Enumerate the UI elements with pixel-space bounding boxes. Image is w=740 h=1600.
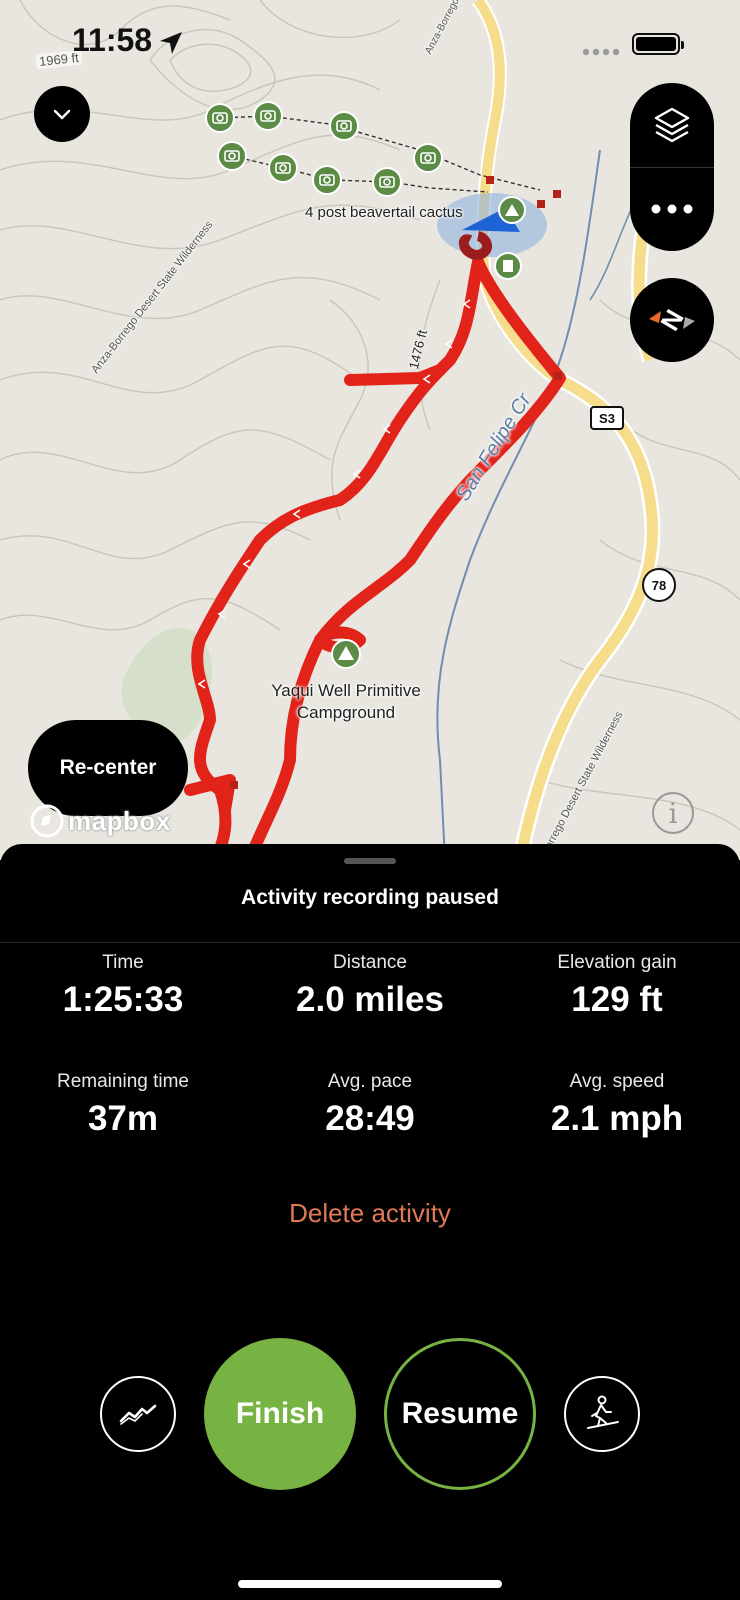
route-shield-78: 78 [642,568,676,602]
stat-value: 129 ft [571,980,663,1019]
stat-value: 2.0 miles [296,980,444,1019]
stat-value: 28:49 [325,1099,415,1138]
chart-button[interactable] [100,1376,176,1452]
stat-value: 1:25:33 [62,980,184,1019]
stat-time: Time 1:25:33 [0,952,246,1020]
activity-hiking-icon [587,1395,619,1429]
stat-distance: Distance 2.0 miles [247,952,493,1020]
home-indicator[interactable] [238,1580,502,1588]
campground-label: Yaqui Well Primitive Campground [271,681,421,722]
divider [0,942,740,943]
activity-sheet: Activity recording paused Time 1:25:33 D… [0,844,740,1600]
sheet-title: Activity recording paused [241,886,499,909]
stat-label: Remaining time [57,1071,189,1092]
stat-label: Distance [333,952,407,973]
stat-value: 37m [87,1099,159,1138]
sheet-handle[interactable] [344,858,396,864]
stat-label: Avg. pace [327,1071,413,1092]
mapbox-icon [30,804,64,838]
stat-label: Time [102,952,144,973]
delete-activity-button[interactable]: Delete activity [0,1198,740,1229]
finish-button[interactable]: Finish [204,1338,356,1490]
stat-label: Avg. speed [569,1071,665,1092]
info-button[interactable]: i [652,792,694,834]
stat-avg-pace: Avg. pace 28:49 [247,1071,493,1139]
recenter-button[interactable]: Re-center [28,720,188,816]
resume-button[interactable]: Resume [384,1338,536,1490]
route-shield-s3: S3 [590,406,624,430]
stat-remaining-time: Remaining time 37m [0,1071,246,1139]
stat-avg-speed: Avg. speed 2.1 mph [494,1071,740,1139]
activity-type-button[interactable] [564,1376,640,1452]
mapbox-logo: mapbox [30,804,171,838]
stat-elevation-gain: Elevation gain 129 ft [494,952,740,1020]
info-icon: i [668,796,678,830]
poi-label: 4 post beavertail cactus [305,204,463,221]
chart-line-icon [119,1404,157,1425]
map-view[interactable]: 1969 ft 11:58 N 4 post beavertail cactus… [0,0,740,860]
stat-label: Elevation gain [557,952,677,973]
stat-value: 2.1 mph [550,1099,684,1138]
